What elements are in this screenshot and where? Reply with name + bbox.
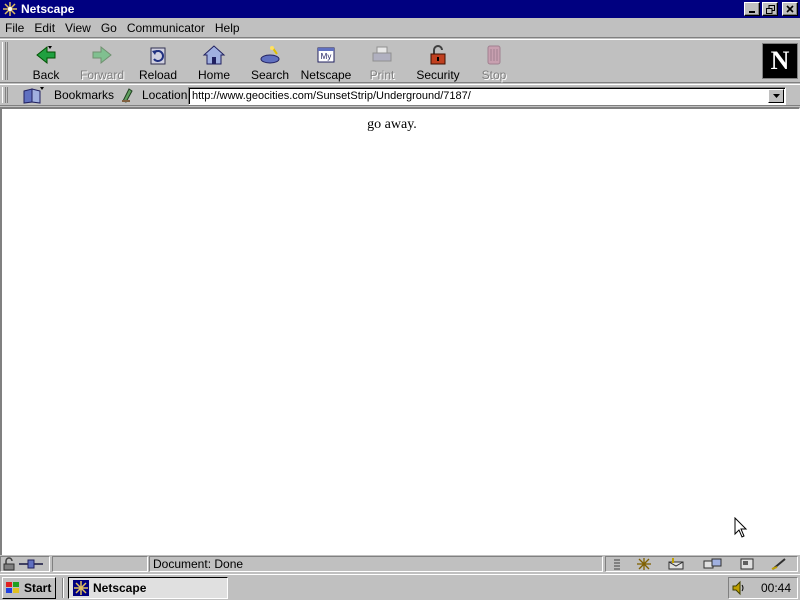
reload-icon	[150, 47, 166, 65]
stop-label: Stop	[481, 68, 507, 82]
home-label: Home	[197, 68, 230, 82]
home-icon	[202, 45, 226, 65]
restore-icon	[765, 4, 775, 14]
navigator-icon[interactable]	[635, 557, 653, 571]
stop-icon	[487, 45, 501, 65]
taskbar-separator	[62, 578, 64, 598]
back-label: Back	[32, 68, 60, 82]
forward-arrow-icon	[92, 45, 112, 65]
title-bar[interactable]: Netscape	[0, 0, 800, 18]
security-label: Security	[416, 68, 460, 82]
minimize-icon	[749, 11, 755, 13]
progress-bar	[52, 556, 148, 572]
menu-view[interactable]: View	[60, 21, 96, 35]
reload-button[interactable]: Reload	[130, 42, 186, 82]
back-button[interactable]: Back	[18, 42, 74, 82]
netscape-star-icon	[73, 580, 89, 596]
netscape-logo[interactable]: N	[762, 43, 798, 79]
component-bar-grip-icon[interactable]	[613, 558, 621, 570]
taskbar: Start Netscape 00:44	[0, 574, 800, 600]
search-button[interactable]: Search	[242, 42, 298, 82]
forward-button[interactable]: Forward	[74, 42, 130, 82]
my-netscape-label: Netscape	[300, 68, 352, 82]
location-label-group: Location:	[120, 86, 191, 104]
bookmarks-icon	[23, 87, 44, 104]
minimize-button[interactable]	[744, 2, 760, 16]
window-title: Netscape	[21, 2, 75, 16]
lock-icon	[430, 45, 446, 65]
chevron-down-icon	[772, 94, 780, 98]
menu-bar: File Edit View Go Communicator Help	[0, 18, 800, 38]
url-input[interactable]: http://www.geocities.com/SunsetStrip/Und…	[188, 87, 786, 105]
menu-help[interactable]: Help	[210, 21, 245, 35]
back-arrow-icon	[36, 45, 56, 65]
navigation-toolbar: Back Forward Reload Home Search My Netsc…	[0, 39, 800, 83]
discussion-icon[interactable]	[702, 557, 724, 571]
url-dropdown-button[interactable]	[768, 89, 784, 103]
close-icon	[786, 5, 794, 13]
security-button[interactable]: Security	[410, 42, 466, 82]
toolbar-grip[interactable]	[2, 42, 8, 80]
clock[interactable]: 00:44	[761, 581, 791, 595]
start-button[interactable]: Start	[2, 577, 56, 599]
location-toolbar: Bookmarks Location: http://www.geocities…	[0, 84, 800, 106]
netscape-star-icon	[2, 1, 18, 17]
page-proxy-icon[interactable]	[120, 87, 138, 103]
menu-communicator[interactable]: Communicator	[122, 21, 210, 35]
print-icon	[372, 46, 392, 62]
system-tray: 00:44	[728, 577, 798, 599]
status-text: Document: Done	[149, 556, 603, 572]
location-toolbar-grip[interactable]	[2, 87, 8, 103]
page-text: go away.	[367, 117, 417, 132]
component-bar	[605, 556, 798, 572]
my-netscape-icon: My	[317, 47, 335, 63]
print-label: Print	[369, 68, 395, 82]
close-button[interactable]	[782, 2, 798, 16]
connection-status-icon	[19, 559, 43, 569]
menu-go[interactable]: Go	[96, 21, 122, 35]
page-content[interactable]: go away.	[0, 107, 800, 555]
forward-label: Forward	[79, 68, 124, 82]
composer-icon[interactable]	[770, 557, 790, 571]
bookmarks-label: Bookmarks	[54, 88, 115, 102]
address-book-icon[interactable]	[738, 557, 756, 571]
security-status-icon[interactable]	[1, 557, 17, 571]
volume-icon[interactable]	[731, 580, 747, 596]
reload-label: Reload	[138, 68, 178, 82]
taskbar-netscape-label: Netscape	[93, 581, 147, 595]
netscape-logo-letter: N	[770, 46, 790, 75]
my-netscape-button[interactable]: My Netscape	[298, 42, 354, 82]
menu-edit[interactable]: Edit	[29, 21, 60, 35]
location-label: Location:	[142, 88, 191, 102]
print-button[interactable]: Print	[354, 42, 410, 82]
menu-file[interactable]: File	[0, 21, 29, 35]
status-bar: Document: Done	[0, 555, 800, 573]
mouse-cursor-icon	[734, 517, 748, 538]
status-security-area	[0, 556, 50, 572]
start-label: Start	[24, 581, 52, 595]
search-label: Search	[250, 68, 290, 82]
svg-text:My: My	[321, 52, 332, 61]
windows-logo-icon	[6, 582, 19, 593]
restore-button[interactable]	[762, 2, 778, 16]
bookmarks-button[interactable]: Bookmarks	[22, 86, 114, 104]
taskbar-netscape-button[interactable]: Netscape	[68, 577, 228, 599]
search-icon	[260, 46, 280, 64]
home-button[interactable]: Home	[186, 42, 242, 82]
stop-button[interactable]: Stop	[466, 42, 522, 82]
mailbox-icon[interactable]	[667, 557, 689, 571]
